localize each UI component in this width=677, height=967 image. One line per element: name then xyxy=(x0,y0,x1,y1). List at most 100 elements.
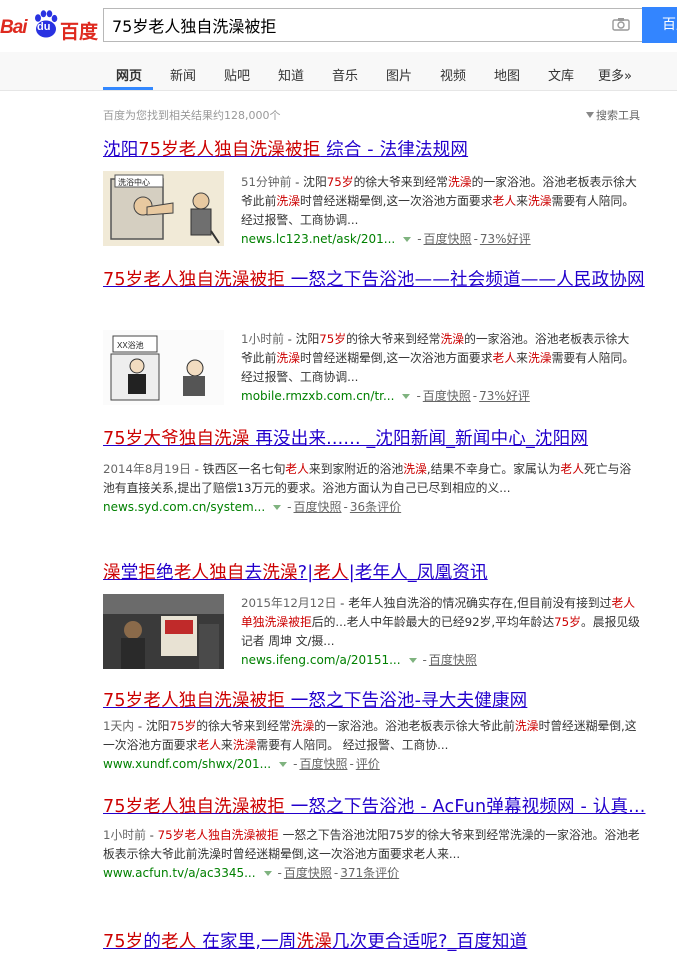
camera-icon[interactable] xyxy=(612,17,630,31)
result-url-line: www.xundf.com/shwx/201... - 百度快照 - 评价 xyxy=(103,757,380,771)
highlighted-term: 老人 xyxy=(161,932,197,952)
snapshot-link[interactable]: 百度快照 xyxy=(429,653,477,667)
text-segment: 的 xyxy=(143,932,162,952)
result-snippet: 51分钟前 - 沈阳75岁的徐大爷来到经常洗澡的一家浴池。浴池老板表示徐大爷此前… xyxy=(241,173,641,230)
highlighted-term: 拒 xyxy=(138,563,157,583)
result-url[interactable]: www.xundf.com/shwx/201... xyxy=(103,757,271,771)
text-segment: 绝 xyxy=(156,563,174,583)
tab-music[interactable]: 音乐 xyxy=(332,65,358,84)
result-title[interactable]: 75岁老人独自洗澡被拒 一怒之下告浴池-寻大夫健康网 xyxy=(103,689,648,714)
text-segment: 来 xyxy=(516,351,528,365)
tab-map[interactable]: 地图 xyxy=(494,65,520,84)
text-segment: 时曾经迷糊晕倒,这一次浴池方面要求 xyxy=(300,351,493,365)
highlighted-term: 75岁 xyxy=(326,175,354,189)
url-dropdown-icon[interactable] xyxy=(408,657,417,663)
result-title[interactable]: 澡堂拒绝老人独自去洗澡?|老人|老年人_凤凰资讯 xyxy=(103,561,648,586)
snapshot-link[interactable]: 百度快照 xyxy=(299,757,347,771)
text-segment: ?| xyxy=(297,563,314,583)
highlighted-term: 洗澡 xyxy=(440,332,465,346)
result-title[interactable]: 75岁大爷独自洗澡 再没出来...... _沈阳新闻_新闻中心_沈阳网 xyxy=(103,427,648,452)
search-result: 75岁的老人 在家里,一周洗澡几次更合适呢?_百度知道 xyxy=(103,930,648,955)
tab-web[interactable]: 网页 xyxy=(116,65,142,84)
search-result: 75岁老人独自洗澡被拒 一怒之下告浴池——社会频道——人民政协网 XX浴池 1小… xyxy=(103,268,648,405)
search-tools[interactable]: 搜索工具 xyxy=(586,107,640,123)
search-box xyxy=(103,8,642,42)
rating-link[interactable]: 73%好评 xyxy=(480,232,531,246)
text-segment: - 沈阳 xyxy=(291,175,327,189)
result-url[interactable]: www.acfun.tv/a/ac3345... xyxy=(103,866,256,880)
search-input[interactable] xyxy=(104,9,604,41)
result-url[interactable]: news.syd.com.cn/system... xyxy=(103,500,265,514)
text-segment: ,结果不幸身亡。家属认为 xyxy=(426,462,561,476)
url-dropdown-icon[interactable] xyxy=(402,393,411,399)
highlighted-term: 洗澡 xyxy=(276,194,301,208)
text-segment: - 铁西区一名七旬 xyxy=(190,462,286,476)
result-thumbnail[interactable]: XX浴池 xyxy=(103,330,224,405)
snapshot-link[interactable]: 百度快照 xyxy=(423,389,471,403)
url-dropdown-icon[interactable] xyxy=(403,236,412,242)
search-result: 75岁大爷独自洗澡 再没出来...... _沈阳新闻_新闻中心_沈阳网 2014… xyxy=(103,427,648,516)
highlighted-term: 洗澡 xyxy=(290,719,315,733)
rating-link[interactable]: 评价 xyxy=(356,757,380,771)
result-date: 2014年8月19日 xyxy=(103,462,191,476)
search-tools-label: 搜索工具 xyxy=(596,109,640,122)
result-stats: 百度为您找到相关结果约128,000个 xyxy=(103,109,281,122)
text-segment: - 沈阳 xyxy=(134,719,170,733)
result-date: 1天内 xyxy=(103,719,135,733)
filter-icon xyxy=(586,112,594,118)
text-segment: 一怒之下告浴池-寻大夫健康网 xyxy=(284,691,528,711)
result-snippet: 1小时前 - 75岁老人独自洗澡被拒 一怒之下告浴池沈阳75岁的徐大爷来到经常洗… xyxy=(103,826,643,864)
result-snippet: 2014年8月19日 - 铁西区一名七旬老人来到家附近的浴池洗澡,结果不幸身亡。… xyxy=(103,460,643,498)
result-url[interactable]: mobile.rmzxb.com.cn/tr... xyxy=(241,389,394,403)
result-url[interactable]: news.ifeng.com/a/20151... xyxy=(241,653,401,667)
text-segment: 来到家附近的浴池 xyxy=(308,462,404,476)
tab-images[interactable]: 图片 xyxy=(386,65,412,84)
highlighted-term: 75岁老人独自洗澡被拒 xyxy=(157,828,279,842)
highlighted-term: 洗澡 xyxy=(447,175,472,189)
result-thumbnail[interactable]: 洗浴中心 xyxy=(103,171,224,246)
tab-more[interactable]: 更多» xyxy=(598,65,632,84)
result-title[interactable]: 75岁老人独自洗澡被拒 一怒之下告浴池 - AcFun弹幕视频网 - 认真... xyxy=(103,795,648,820)
highlighted-term: 75岁 xyxy=(103,932,144,952)
logo-chinese: 百度 xyxy=(60,21,99,43)
rating-link[interactable]: 36条评价 xyxy=(350,500,401,514)
tab-news[interactable]: 新闻 xyxy=(170,65,196,84)
result-url-line: www.acfun.tv/a/ac3345... - 百度快照 -371条评价 xyxy=(103,866,400,880)
tab-wenku[interactable]: 文库 xyxy=(548,65,574,84)
highlighted-term: 75岁老人独自洗澡被拒 xyxy=(138,140,321,160)
text-segment: 后的...老人中年龄最大的已经92岁,平均年龄达 xyxy=(311,615,555,629)
highlighted-term: 老人 xyxy=(560,462,585,476)
url-dropdown-icon[interactable] xyxy=(279,761,288,767)
result-title[interactable]: 沈阳75岁老人独自洗澡被拒 综合 - 法律法规网 xyxy=(103,138,648,163)
rating-link[interactable]: 371条评价 xyxy=(340,866,399,880)
snapshot-link[interactable]: 百度快照 xyxy=(284,866,332,880)
url-dropdown-icon[interactable] xyxy=(263,870,272,876)
text-segment: 的一家浴池。浴池老板表示徐大爷此前 xyxy=(314,719,515,733)
snapshot-link[interactable]: 百度快照 xyxy=(294,500,342,514)
text-segment: 时曾经迷糊晕倒,这一次浴池方面要求 xyxy=(300,194,493,208)
header: Bai du 百度 百度一下 xyxy=(0,0,677,52)
result-title[interactable]: 75岁老人独自洗澡被拒 一怒之下告浴池——社会频道——人民政协网 xyxy=(103,268,648,293)
highlighted-term: 洗澡 xyxy=(296,932,332,952)
tab-bar: 网页 新闻 贴吧 知道 音乐 图片 视频 地图 文库 更多» xyxy=(0,52,677,91)
result-url-line: news.ifeng.com/a/20151... - 百度快照 xyxy=(241,653,477,667)
result-title[interactable]: 75岁的老人 在家里,一周洗澡几次更合适呢?_百度知道 xyxy=(103,930,648,955)
rating-link[interactable]: 73%好评 xyxy=(479,389,530,403)
search-button[interactable]: 百度一下 xyxy=(642,7,677,43)
tab-video[interactable]: 视频 xyxy=(440,65,466,84)
text-segment: 的徐大爷来到经常 xyxy=(346,332,441,346)
result-thumbnail[interactable] xyxy=(103,594,224,669)
text-segment: 需要有人陪同。 经过报警、工商协... xyxy=(256,738,449,752)
tab-zhidao[interactable]: 知道 xyxy=(278,65,304,84)
snapshot-link[interactable]: 百度快照 xyxy=(424,232,472,246)
url-dropdown-icon[interactable] xyxy=(273,504,282,510)
highlighted-term: 75岁大爷独自洗澡 xyxy=(103,429,250,449)
result-snippet: 1小时前 - 沈阳75岁的徐大爷来到经常洗澡的一家浴池。浴池老板表示徐大爷此前洗… xyxy=(241,330,641,387)
result-url[interactable]: news.lc123.net/ask/201... xyxy=(241,232,395,246)
highlighted-term: 老人独自 xyxy=(173,563,245,583)
baidu-logo[interactable]: Bai du 百度 xyxy=(0,8,99,43)
highlighted-term: 75岁老人独自洗澡被拒 xyxy=(103,691,285,711)
highlighted-term: 洗澡 xyxy=(276,351,301,365)
result-date: 1小时前 xyxy=(103,828,146,842)
tab-tieba[interactable]: 贴吧 xyxy=(224,65,250,84)
